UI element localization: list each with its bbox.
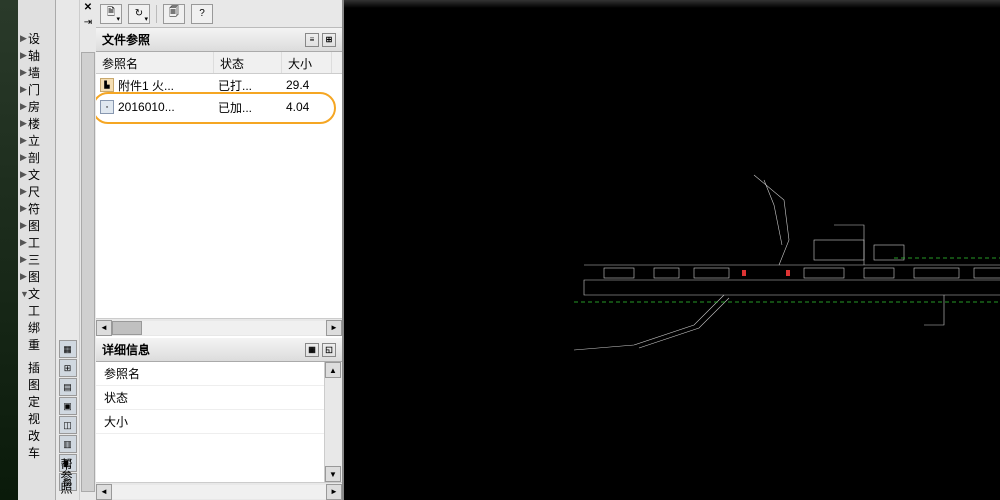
tool-tree-panel: ▶设 ▶轴 ▶墙 ▶门 ▶房 ▶楼 ▶立 ▶剖 ▶文 ▶尺 ▶符 ▶图 ▶工 ▶… xyxy=(18,0,56,500)
panel-controls-column: ✕ ⇥ xyxy=(80,0,96,500)
tool-icon[interactable]: ▤ xyxy=(59,378,77,396)
expand-icon: ▶ xyxy=(20,50,28,61)
pin-icon[interactable]: ⇥ xyxy=(84,17,92,28)
tree-item[interactable]: 绑 xyxy=(18,319,55,336)
file-ref-header: 文件参照 ≡ ⊞ xyxy=(96,28,342,52)
tree-item[interactable]: 车 xyxy=(18,444,55,461)
vertical-caption: 帮参照 xyxy=(58,454,75,498)
icon-tool-column: ▦ ⊞ ▤ ▣ ◫ ▥ ◧ ▨ xyxy=(56,0,80,500)
tool-icon[interactable]: ▦ xyxy=(59,340,77,358)
tree-item[interactable]: ▶墙 xyxy=(18,64,55,81)
expand-icon: ▶ xyxy=(20,84,28,95)
tool-button[interactable]: 🗐 xyxy=(163,4,185,24)
tree-item[interactable]: ▶图 xyxy=(18,217,55,234)
col-name[interactable]: 参照名 xyxy=(96,52,214,73)
detail-icon[interactable]: ◱ xyxy=(322,343,336,357)
expand-icon: ▶ xyxy=(20,271,28,282)
panel-toolbar: 🗎 ↻ 🗐 ? xyxy=(96,0,342,28)
table-header: 参照名 状态 大小 xyxy=(96,52,342,74)
detail-row: 状态 xyxy=(96,386,324,410)
tree-item[interactable]: 图 xyxy=(18,376,55,393)
tree-item[interactable]: ▶立 xyxy=(18,132,55,149)
tool-icon[interactable]: ◫ xyxy=(59,416,77,434)
refresh-button[interactable]: ↻ xyxy=(128,4,150,24)
folder-icon: ▙ xyxy=(100,78,114,92)
tree-item[interactable]: 定 xyxy=(18,393,55,410)
expand-icon: ▼ xyxy=(20,289,28,299)
expand-icon: ▶ xyxy=(20,67,28,78)
scroll-up-icon[interactable]: ▲ xyxy=(325,362,341,378)
scroll-track[interactable] xyxy=(112,321,326,335)
tool-icon[interactable]: ⊞ xyxy=(59,359,77,377)
tool-icon[interactable]: ▥ xyxy=(59,435,77,453)
tree-item[interactable]: ▶房 xyxy=(18,98,55,115)
help-button[interactable]: ? xyxy=(191,4,213,24)
expand-icon: ▶ xyxy=(20,220,28,231)
scroll-left-icon[interactable]: ◄ xyxy=(96,320,112,336)
tree-item[interactable]: ▶符 xyxy=(18,200,55,217)
tree-item[interactable]: ▼文 xyxy=(18,285,55,302)
scroll-left-icon[interactable]: ◄ xyxy=(96,484,112,500)
tree-item[interactable]: ▶文 xyxy=(18,166,55,183)
detail-header: 详细信息 ▦ ◱ xyxy=(96,338,342,362)
tool-icon[interactable]: ▣ xyxy=(59,397,77,415)
tree-item[interactable]: ▶三 xyxy=(18,251,55,268)
tree-item[interactable]: 工 xyxy=(18,302,55,319)
file-reference-panel: 🗎 ↻ 🗐 ? 文件参照 ≡ ⊞ 参照名 状态 大小 ▙附件1 火... 已打.… xyxy=(96,0,344,500)
detail-title: 详细信息 xyxy=(102,341,150,358)
tree-item[interactable]: ▶门 xyxy=(18,81,55,98)
scroll-down-icon[interactable]: ▼ xyxy=(325,466,341,482)
vertical-scrollbar[interactable]: ▲ ▼ xyxy=(324,362,342,482)
tree-item[interactable]: 改 xyxy=(18,427,55,444)
tree-item[interactable]: ▶轴 xyxy=(18,47,55,64)
left-texture-strip xyxy=(0,0,18,500)
col-size[interactable]: 大小 xyxy=(282,52,332,73)
detail-body: 参照名 状态 大小 ▲ ▼ xyxy=(96,362,342,482)
tree-item[interactable]: ▶剖 xyxy=(18,149,55,166)
scroll-track[interactable] xyxy=(112,485,326,499)
cad-floorplan-drawing xyxy=(524,170,1000,370)
expand-icon: ▶ xyxy=(20,203,28,214)
tree-item[interactable]: 插 xyxy=(18,359,55,376)
preview-icon[interactable]: ▦ xyxy=(305,343,319,357)
grip-strip[interactable] xyxy=(81,52,95,492)
detail-row: 参照名 xyxy=(96,362,324,386)
attach-dwg-button[interactable]: 🗎 xyxy=(100,4,122,24)
table-row[interactable]: ▙附件1 火... 已打... 29.4 xyxy=(96,74,342,96)
detail-row: 大小 xyxy=(96,410,324,434)
expand-icon: ▶ xyxy=(20,101,28,112)
tree-item[interactable]: ▶设 xyxy=(18,30,55,47)
expand-icon: ▶ xyxy=(20,152,28,163)
table-body: ▙附件1 火... 已打... 29.4 ▫2016010... 已加... 4… xyxy=(96,74,342,318)
col-status[interactable]: 状态 xyxy=(214,52,282,73)
expand-icon: ▶ xyxy=(20,33,28,44)
horizontal-scrollbar[interactable]: ◄ ► xyxy=(96,318,342,336)
expand-icon: ▶ xyxy=(20,169,28,180)
scroll-right-icon[interactable]: ► xyxy=(326,484,342,500)
tree-item[interactable]: ▶楼 xyxy=(18,115,55,132)
dwg-file-icon: ▫ xyxy=(100,100,114,114)
close-icon[interactable]: ✕ xyxy=(84,2,92,13)
scroll-thumb[interactable] xyxy=(112,321,142,335)
expand-icon: ▶ xyxy=(20,237,28,248)
expand-icon: ▶ xyxy=(20,186,28,197)
list-view-icon[interactable]: ≡ xyxy=(305,33,319,47)
separator xyxy=(156,5,157,23)
tree-item[interactable]: ▶工 xyxy=(18,234,55,251)
scroll-right-icon[interactable]: ► xyxy=(326,320,342,336)
tree-item[interactable]: ▶尺 xyxy=(18,183,55,200)
tree-item[interactable]: 重 xyxy=(18,336,55,353)
file-ref-title: 文件参照 xyxy=(102,31,150,48)
tree-view-icon[interactable]: ⊞ xyxy=(322,33,336,47)
file-ref-table: 参照名 状态 大小 ▙附件1 火... 已打... 29.4 ▫2016010.… xyxy=(96,52,342,338)
canvas-top-edge xyxy=(344,0,1000,8)
table-row[interactable]: ▫2016010... 已加... 4.04 xyxy=(96,96,342,118)
expand-icon: ▶ xyxy=(20,135,28,146)
drawing-canvas[interactable] xyxy=(344,0,1000,500)
tree-item[interactable]: ▶图 xyxy=(18,268,55,285)
expand-icon: ▶ xyxy=(20,118,28,129)
detail-horizontal-scrollbar[interactable]: ◄ ► xyxy=(96,482,342,500)
tree-item[interactable]: 视 xyxy=(18,410,55,427)
expand-icon: ▶ xyxy=(20,254,28,265)
